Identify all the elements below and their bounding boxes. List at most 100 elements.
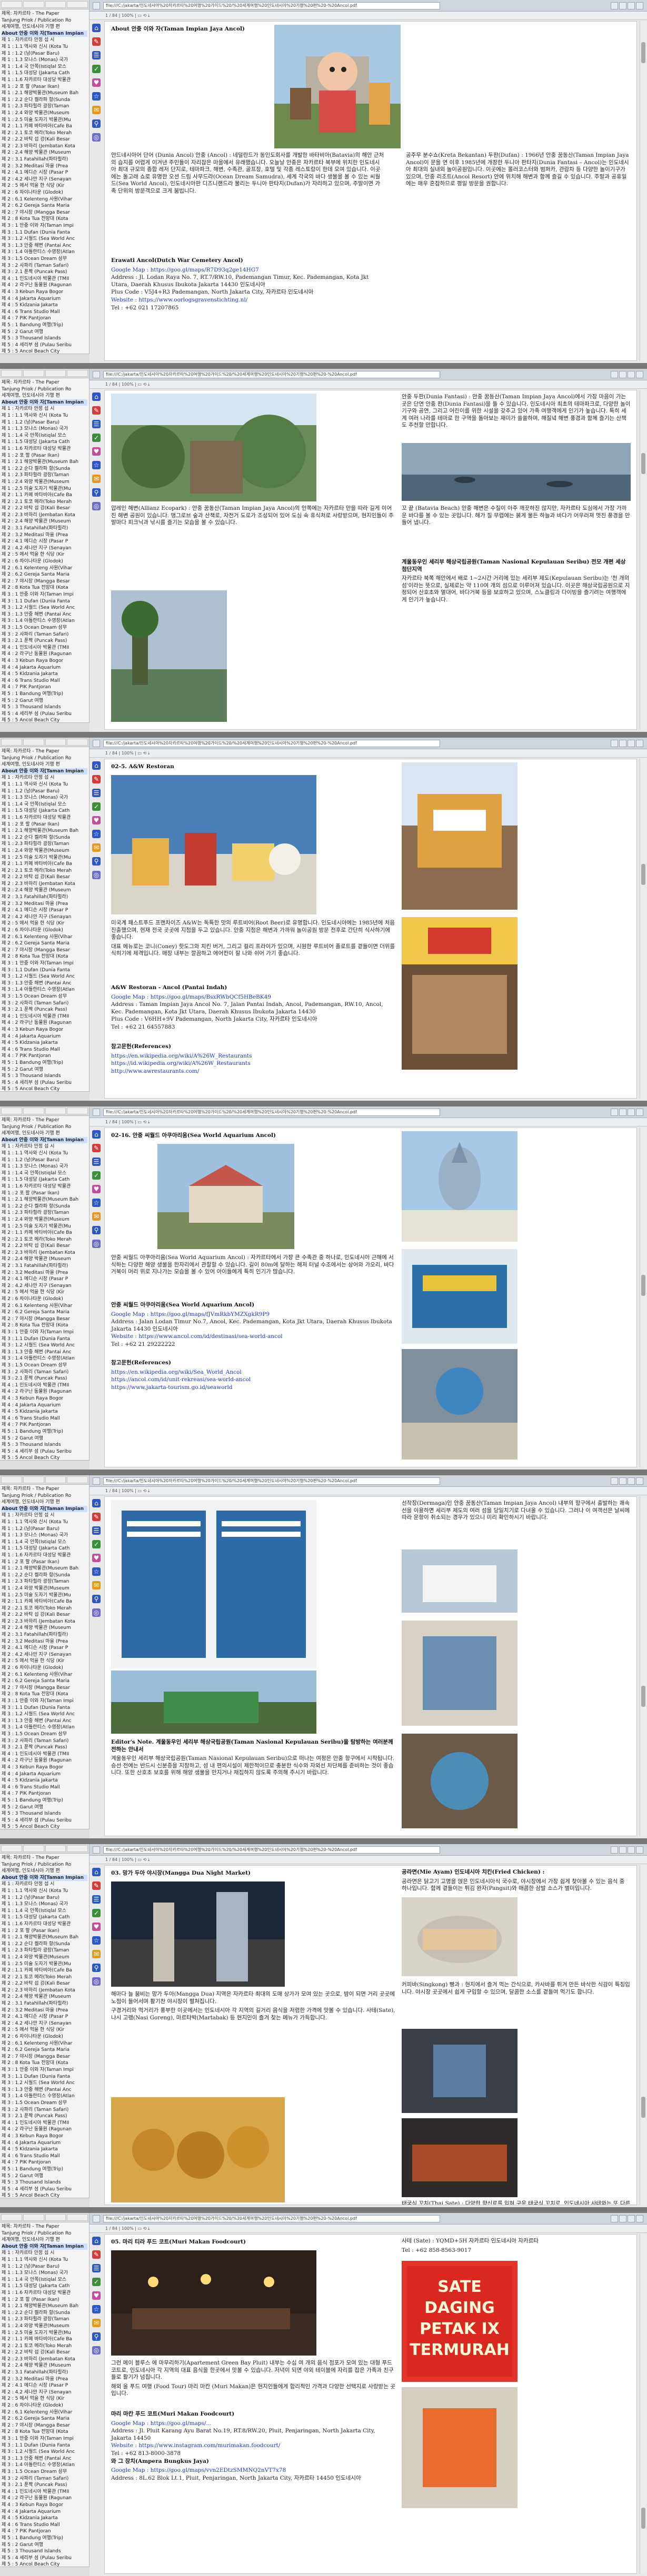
- toc-item[interactable]: 제 5 : 2 Garut 여행: [2, 1435, 87, 1442]
- toc-item[interactable]: 제 3 : 2 사파리 (Taman Safari): [2, 1369, 87, 1376]
- sidebar-tab[interactable]: [1, 2214, 22, 2221]
- toc-item[interactable]: 제 5 : 1 Bandung 여행(Trip): [2, 2535, 87, 2542]
- toc-item[interactable]: 제 5 : 4 세리부 섬 (Pulau Seribu: [2, 342, 87, 349]
- toc-item[interactable]: 제 2 : 3.2 Meditasi 마을 (Prea: [2, 1270, 87, 1276]
- toc-item[interactable]: 제 2 : 3.2 Meditasi 마을 (Prea: [2, 532, 87, 539]
- toc-item[interactable]: 제 1 : 2 포 할 (Pasar Ikan): [2, 1928, 87, 1935]
- tool-icon[interactable]: ⚲: [92, 119, 101, 128]
- toc-item[interactable]: 제 2 : 5 에서 먹을 한 식당 (Kir: [2, 1658, 87, 1665]
- toc-item[interactable]: 제 4 : 1 인도네시아 박물관 (TMII: [2, 1382, 87, 1389]
- tool-icon[interactable]: ♥: [92, 78, 101, 87]
- vertical-scrollbar[interactable]: [640, 1128, 646, 1467]
- toc-item[interactable]: About 안중 이와 자[Taman Impian: [2, 2243, 87, 2250]
- toc-item[interactable]: 제 2 : 2.1 토코 메라(Toko Merah: [2, 1605, 87, 1612]
- print-button[interactable]: [628, 1109, 635, 1116]
- sidebar-tab[interactable]: [67, 2214, 88, 2221]
- toc-item[interactable]: 제 1 : 2.3 파타힐라 광장(Taman: [2, 1578, 87, 1585]
- toc-item[interactable]: 제 2 : 3.2 Meditasi 마을 (Prea: [2, 2376, 87, 2383]
- toc-item[interactable]: 제 2 : 8 Kota Tua 전망대 (Kota: [2, 1691, 87, 1698]
- toc-item[interactable]: 제 1 : 1.2 (남(Pasar Baru): [2, 51, 87, 57]
- toc-item[interactable]: 제 2 : 2.3 바하리 (Jembatan Kota: [2, 1250, 87, 1256]
- toc-item[interactable]: 제목: 자카르타 - The Paper: [2, 1486, 87, 1493]
- toc-item[interactable]: 제 3 : 2.1 푼짝 (Puncak Pass): [2, 2113, 87, 2120]
- tool-icon[interactable]: ✓: [92, 2278, 101, 2286]
- toc-item[interactable]: 제 1 : 2.2 순다 켈라파 항(Sunda: [2, 2310, 87, 2317]
- toc-item[interactable]: 제 4 : 4 Jakarta Aquarium: [2, 665, 87, 671]
- toc-list[interactable]: 제목: 자카르타 - The Paper Tanjung Priok / Publ…: [0, 1485, 89, 1838]
- toc-item[interactable]: 제 4 : 2 라구난 동물원 (Ragunan: [2, 1388, 87, 1395]
- toc-item[interactable]: 제 1 : 2.4 와양 박물관(Museum: [2, 479, 87, 486]
- toc-item[interactable]: 제 2 : 3.1 Fatahillah(파타힐라): [2, 2000, 87, 2007]
- toc-item[interactable]: About 안중 이와 자[Taman Impian: [2, 30, 87, 37]
- toc-item[interactable]: 제 2 : 4.2 세나얀 지구 (Senayan: [2, 176, 87, 183]
- toc-item[interactable]: 제 2 : 3.2 Meditasi 마을 (Prea: [2, 1638, 87, 1645]
- toc-item[interactable]: 제목: 자카르타 - The Paper: [2, 1855, 87, 1861]
- toc-item[interactable]: 제 5 : 4 세리부 섬 (Pulau Seribu: [2, 1817, 87, 1824]
- toc-item[interactable]: 제 3 : 2 사파리 (Taman Safari): [2, 2476, 87, 2482]
- toc-item[interactable]: 제 2 : 7 야시장 (Mangga Besar: [2, 2422, 87, 2429]
- toc-item[interactable]: 제 3 : 2 사파리 (Taman Safari): [2, 1000, 87, 1007]
- tool-icon[interactable]: ✎: [92, 1881, 101, 1890]
- tool-icon[interactable]: ⚲: [92, 1595, 101, 1603]
- toc-item[interactable]: About 안중 이와 자[Taman Impian: [2, 399, 87, 406]
- toc-item[interactable]: 제 1 : 1.1 역사와 신시 (Kota Tu: [2, 1150, 87, 1157]
- url-field[interactable]: file:///C:/jakarta/인도네시아%20자카르타%20여행%20가…: [103, 2215, 440, 2222]
- print-button[interactable]: [628, 1846, 635, 1854]
- toc-item[interactable]: 제 2 : 3.1 Fatahillah(파타힐라): [2, 525, 87, 532]
- toc-item[interactable]: 제 2 : 6.1 Kelenteng 사원(Vihar: [2, 2040, 87, 2047]
- toc-item[interactable]: 제 3 : 1.5 Ocean Dream 삼무: [2, 1731, 87, 1738]
- toc-item[interactable]: 제 1 : 2.4 와양 박물관(Museum: [2, 110, 87, 117]
- toc-item[interactable]: 제 2 : 4.1 메디슨 시장 (Pasar P: [2, 907, 87, 914]
- toc-item[interactable]: 제 2 : 4.1 메디슨 시장 (Pasar P: [2, 169, 87, 176]
- tool-icon[interactable]: ♥: [92, 2291, 101, 2300]
- toc-item[interactable]: 제 2 : 8 Kota Tua 전망대 (Kota: [2, 585, 87, 591]
- tool-icon[interactable]: ✓: [92, 1909, 101, 1917]
- toc-item[interactable]: 제 3 : 1.3 안중 해변 (Pantai Anc: [2, 611, 87, 618]
- tool-icon[interactable]: ✉: [92, 1950, 101, 1958]
- toc-item[interactable]: 제 1 : 2.4 와양 박물관(Museum: [2, 2323, 87, 2330]
- toc-item[interactable]: 제 2 : 7 야시장 (Mangga Besar: [2, 2054, 87, 2060]
- toc-item[interactable]: 제 1 : 2.5 미술 도자기 박물관(Mu: [2, 1592, 87, 1599]
- toc-item[interactable]: 제 1 : 자카르타 안정 섭 시: [2, 1143, 87, 1150]
- toc-item[interactable]: 제 2 : 7 야시장 (Mangga Besar: [2, 947, 87, 954]
- toc-item[interactable]: 제 4 : 4 Jakarta Aquarium: [2, 2140, 87, 2147]
- settings-button[interactable]: [636, 371, 643, 378]
- toc-item[interactable]: Tanjung Priok / Publication Ro: [2, 1861, 87, 1868]
- toc-item[interactable]: 제 2 : 7 야시장 (Mangga Besar: [2, 578, 87, 585]
- toc-item[interactable]: 제 2 : 2.4 해양 박물관 (Museum: [2, 518, 87, 525]
- toc-item[interactable]: 제 3 : 1 안중 이와 자(Taman Impi: [2, 1329, 87, 1336]
- pdf-toolbar[interactable]: 1 / 84 | 100% | ▭ ⟲ ⤓: [89, 1118, 647, 1126]
- toc-item[interactable]: 제 4 : 1 인도네시아 박물관 (TMII: [2, 1751, 87, 1758]
- toc-item[interactable]: 제 3 : 2.1 푼짝 (Puncak Pass): [2, 1007, 87, 1013]
- toc-item[interactable]: 제 5 : 1 Bandung 여행(Trip): [2, 2166, 87, 2173]
- toc-list[interactable]: 제목: 자카르타 - The Paper Tanjung Priok / Publ…: [0, 747, 89, 1101]
- tool-icon[interactable]: ☆: [92, 92, 101, 100]
- toc-item[interactable]: 제 3 : 1.2 시월드 (Sea World Anc: [2, 2449, 87, 2456]
- toc-item[interactable]: 제 4 : 6 Trans Studio Mall: [2, 309, 87, 316]
- toc-item[interactable]: 제 3 : 1.4 아틀란티스 수영장(Atlan: [2, 2462, 87, 2469]
- toc-item[interactable]: 제 3 : 2 사파리 (Taman Safari): [2, 263, 87, 269]
- sidebar-tabs[interactable]: [0, 1844, 89, 1854]
- toc-item[interactable]: 제 3 : 1.5 Ocean Dream 삼무: [2, 2469, 87, 2476]
- toc-item[interactable]: 제 1 : 2.1 해양박물관(Museum Bah: [2, 1934, 87, 1941]
- toc-sidebar[interactable]: 제목: 자카르타 - The Paper Tanjung Priok / Publ…: [0, 738, 89, 1101]
- toc-item[interactable]: 제 2 : 2.3 바하리 (Jembatan Kota: [2, 1618, 87, 1625]
- toc-item[interactable]: 제 4 : 7 PIK Pantjoran: [2, 1422, 87, 1428]
- toc-item[interactable]: 제 2 : 4.1 메디슨 시장 (Pasar P: [2, 2382, 87, 2389]
- vertical-scrollbar[interactable]: [640, 1496, 646, 1836]
- toc-item[interactable]: 제 4 : 1 인도네시아 박물관 (TMII: [2, 1013, 87, 1020]
- toc-item[interactable]: 제 2 : 6.2 Gereja Santa Maria: [2, 571, 87, 578]
- vertical-scrollbar[interactable]: [640, 21, 646, 361]
- settings-button[interactable]: [636, 1477, 643, 1485]
- tool-icon[interactable]: ⌂: [92, 24, 101, 32]
- toc-item[interactable]: 제 4 : 7 PIK Pantjoran: [2, 2159, 87, 2166]
- toc-item[interactable]: 제 5 : 4 세리부 섬 (Pulau Seribu: [2, 2555, 87, 2562]
- toc-item[interactable]: 제 1 : 2.1 해양박물관(Museum Bah: [2, 459, 87, 466]
- toc-item[interactable]: 제 2 : 2.2 바탁 섭 강(Kali Besar: [2, 1612, 87, 1618]
- toc-item[interactable]: 제 2 : 6.2 Gereja Santa Maria: [2, 1678, 87, 1685]
- toc-item[interactable]: 제 5 : 2 Garut 여행: [2, 2173, 87, 2180]
- toc-item[interactable]: 제 4 : 7 PIK Pantjoran: [2, 1053, 87, 1060]
- toc-item[interactable]: Tanjung Priok / Publication Ro: [2, 755, 87, 762]
- toc-item[interactable]: 제 4 : 1 인도네시아 박물관 (TMII: [2, 276, 87, 283]
- toc-item[interactable]: 제 1 : 1.1 역사와 신시 (Kota Tu: [2, 1519, 87, 1526]
